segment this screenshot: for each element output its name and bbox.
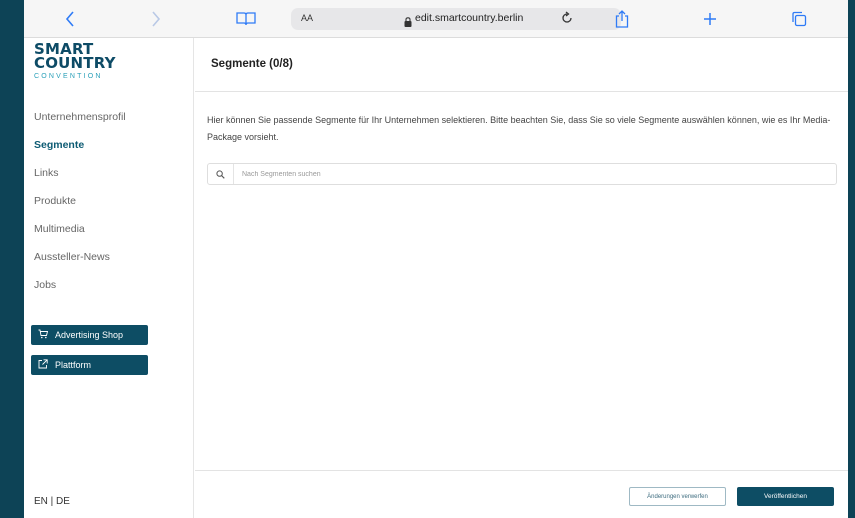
tabs-icon[interactable]: [789, 9, 809, 29]
external-link-icon: [38, 359, 48, 371]
sidebar-nav: Unternehmensprofil Segmente Links Produk…: [34, 110, 126, 306]
logo-line-2: COUNTRY: [34, 54, 116, 72]
font-size-button[interactable]: AA: [301, 13, 313, 23]
reload-icon[interactable]: [560, 11, 574, 30]
sidebar-item-unternehmensprofil[interactable]: Unternehmensprofil: [34, 110, 126, 138]
search-input[interactable]: [242, 167, 822, 181]
url-text: edit.smartcountry.berlin: [415, 12, 524, 24]
logo-line-3: CONVENTION: [34, 73, 103, 80]
publish-button[interactable]: Veröffentlichen: [737, 487, 834, 506]
advertising-shop-label: Advertising Shop: [55, 330, 124, 340]
address-bar[interactable]: AA edit.smartcountry.berlin: [291, 8, 621, 30]
page-header: Segmente (0/8): [195, 38, 848, 92]
chevron-right-icon[interactable]: [146, 9, 166, 29]
app-window: SMART COUNTRY CONVENTION Unternehmenspro…: [24, 38, 848, 518]
page-title: Segmente (0/8): [211, 58, 293, 70]
cart-icon: [38, 329, 49, 341]
main-panel: Segmente (0/8) Hier können Sie passende …: [195, 38, 848, 518]
book-icon[interactable]: [234, 9, 258, 29]
sidebar-item-segmente[interactable]: Segmente: [34, 138, 126, 166]
sidebar: SMART COUNTRY CONVENTION Unternehmenspro…: [24, 38, 194, 518]
search-icon[interactable]: [208, 164, 234, 184]
search-box: [207, 163, 837, 185]
discard-changes-button[interactable]: Änderungen verwerfen: [629, 487, 726, 506]
advertising-shop-button[interactable]: Advertising Shop: [31, 325, 148, 345]
sidebar-item-produkte[interactable]: Produkte: [34, 194, 126, 222]
action-footer: Änderungen verwerfen Veröffentlichen: [195, 470, 848, 518]
language-switcher[interactable]: EN | DE: [34, 496, 70, 507]
browser-toolbar: AA edit.smartcountry.berlin: [24, 0, 848, 38]
sidebar-item-links[interactable]: Links: [34, 166, 126, 194]
sidebar-item-multimedia[interactable]: Multimedia: [34, 222, 126, 250]
chevron-left-icon[interactable]: [60, 9, 80, 29]
share-icon[interactable]: [612, 9, 632, 29]
platform-label: Plattform: [55, 360, 92, 370]
lock-icon: [404, 14, 412, 32]
main-content: Hier können Sie passende Segmente für Ih…: [195, 92, 848, 470]
plus-icon[interactable]: [700, 9, 720, 29]
logo[interactable]: SMART COUNTRY CONVENTION: [34, 42, 116, 81]
sidebar-item-aussteller-news[interactable]: Aussteller-News: [34, 250, 126, 278]
sidebar-item-jobs[interactable]: Jobs: [34, 278, 126, 306]
platform-button[interactable]: Plattform: [31, 355, 148, 375]
page-description: Hier können Sie passende Segmente für Ih…: [207, 115, 831, 142]
